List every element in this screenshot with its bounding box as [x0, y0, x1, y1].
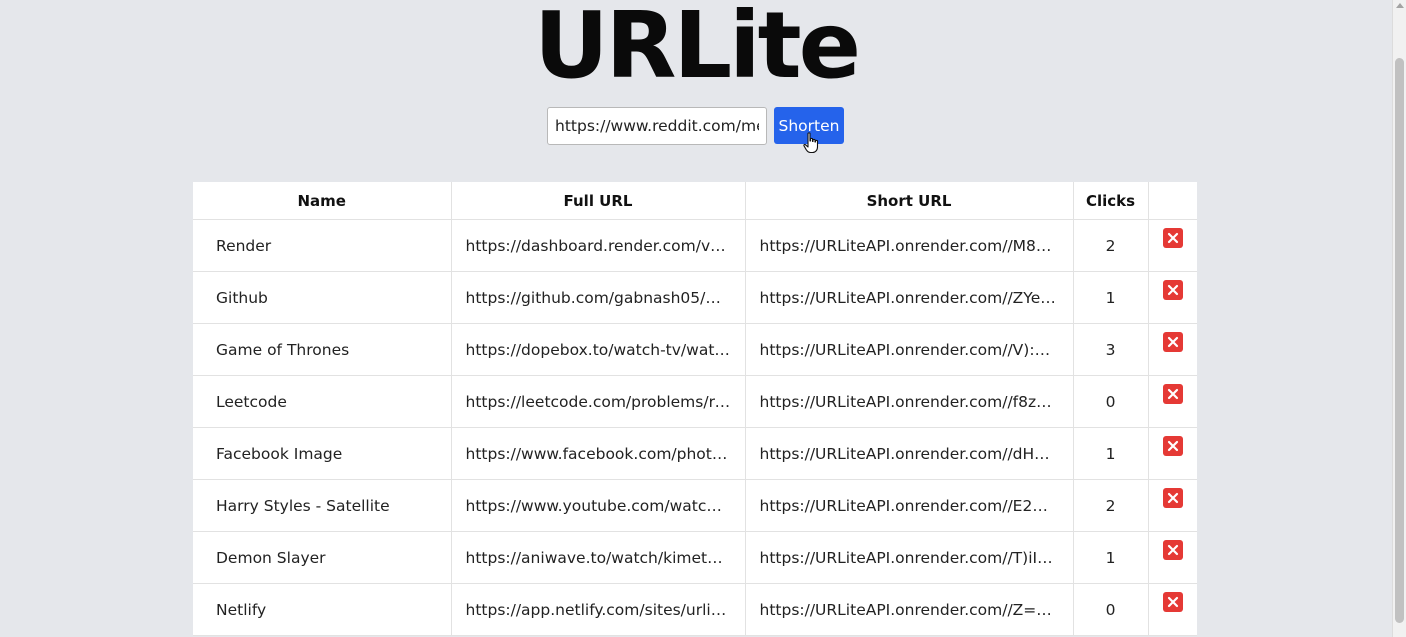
row-clicks: 0	[1073, 583, 1149, 636]
close-icon	[1167, 596, 1178, 608]
row-full-url: https://github.com/gabnash05/URLi...	[451, 271, 746, 324]
table-row: Github https://github.com/gabnash05/URLi…	[193, 271, 1197, 324]
urls-table-container: Name Full URL Short URL Clicks Render ht…	[193, 182, 1197, 636]
close-icon	[1167, 336, 1178, 348]
delete-button[interactable]	[1162, 488, 1183, 508]
close-icon	[1167, 388, 1178, 400]
row-short-url[interactable]: https://URLiteAPI.onrender.com//M8c.IRO	[745, 219, 1074, 272]
row-full-url: https://aniwave.to/watch/kimetsu-n...	[451, 531, 746, 584]
row-actions	[1148, 583, 1197, 636]
row-full-url: https://dashboard.render.com/verify...	[451, 219, 746, 272]
row-short-url[interactable]: https://URLiteAPI.onrender.com//dHVFS2.	[745, 427, 1074, 480]
urls-table: Name Full URL Short URL Clicks Render ht…	[193, 182, 1197, 636]
close-icon	[1167, 232, 1178, 244]
scrollbar-thumb[interactable]	[1395, 58, 1404, 623]
row-clicks: 2	[1073, 479, 1149, 532]
row-clicks: 2	[1073, 219, 1149, 272]
delete-button[interactable]	[1162, 384, 1183, 404]
shorten-form: Shorten	[547, 107, 844, 145]
table-row: Demon Slayer https://aniwave.to/watch/ki…	[193, 531, 1197, 584]
header-actions	[1148, 182, 1197, 220]
row-full-url: https://app.netlify.com/sites/urlite/d..…	[451, 583, 746, 636]
row-clicks: 1	[1073, 271, 1149, 324]
table-header-row: Name Full URL Short URL Clicks	[193, 182, 1197, 220]
row-actions	[1148, 427, 1197, 480]
row-clicks: 3	[1073, 323, 1149, 376]
row-clicks: 0	[1073, 375, 1149, 428]
table-row: Netlify https://app.netlify.com/sites/ur…	[193, 583, 1197, 636]
scroll-up-arrow-icon[interactable]	[1396, 3, 1404, 8]
delete-button[interactable]	[1162, 228, 1183, 248]
row-clicks: 1	[1073, 427, 1149, 480]
header-short-url: Short URL	[745, 182, 1074, 220]
delete-button[interactable]	[1162, 540, 1183, 560]
table-row: Game of Thrones https://dopebox.to/watch…	[193, 323, 1197, 376]
table-row: Harry Styles - Satellite https://www.you…	[193, 479, 1197, 532]
delete-button[interactable]	[1162, 280, 1183, 300]
header-full-url: Full URL	[451, 182, 746, 220]
row-name: Demon Slayer	[193, 531, 452, 584]
row-short-url[interactable]: https://URLiteAPI.onrender.com//ZYeJZRR	[745, 271, 1074, 324]
row-name: Github	[193, 271, 452, 324]
row-actions	[1148, 219, 1197, 272]
row-name: Harry Styles - Satellite	[193, 479, 452, 532]
row-actions	[1148, 323, 1197, 376]
row-name: Facebook Image	[193, 427, 452, 480]
table-row: Leetcode https://leetcode.com/problems/r…	[193, 375, 1197, 428]
row-short-url[interactable]: https://URLiteAPI.onrender.com//f8zY-5v	[745, 375, 1074, 428]
row-short-url[interactable]: https://URLiteAPI.onrender.com//Z=hXA(u	[745, 583, 1074, 636]
vertical-scrollbar[interactable]	[1392, 0, 1406, 637]
row-short-url[interactable]: https://URLiteAPI.onrender.com//V):nxv_	[745, 323, 1074, 376]
row-name: Leetcode	[193, 375, 452, 428]
close-icon	[1167, 544, 1178, 556]
table-body: Render https://dashboard.render.com/veri…	[193, 219, 1197, 636]
hand-pointer-icon	[803, 132, 819, 154]
row-name: Game of Thrones	[193, 323, 452, 376]
delete-button[interactable]	[1162, 332, 1183, 352]
delete-button[interactable]	[1162, 436, 1183, 456]
table-row: Facebook Image https://www.facebook.com/…	[193, 427, 1197, 480]
row-name: Render	[193, 219, 452, 272]
delete-button[interactable]	[1162, 592, 1183, 612]
row-full-url: https://www.youtube.com/watch?v...	[451, 479, 746, 532]
row-actions	[1148, 531, 1197, 584]
row-full-url: https://www.facebook.com/photo/?f...	[451, 427, 746, 480]
row-short-url[interactable]: https://URLiteAPI.onrender.com//T)iIV02	[745, 531, 1074, 584]
page: URLite Shorten Name Full URL Short URL C…	[0, 0, 1392, 637]
row-name: Netlify	[193, 583, 452, 636]
row-actions	[1148, 479, 1197, 532]
row-full-url: https://leetcode.com/problems/rota...	[451, 375, 746, 428]
header-name: Name	[193, 182, 452, 220]
close-icon	[1167, 440, 1178, 452]
close-icon	[1167, 492, 1178, 504]
row-clicks: 1	[1073, 531, 1149, 584]
row-actions	[1148, 271, 1197, 324]
header-clicks: Clicks	[1073, 182, 1149, 220]
close-icon	[1167, 284, 1178, 296]
app-title: URLite	[533, 0, 861, 99]
row-full-url: https://dopebox.to/watch-tv/watch-...	[451, 323, 746, 376]
url-input[interactable]	[547, 107, 767, 145]
row-actions	[1148, 375, 1197, 428]
table-row: Render https://dashboard.render.com/veri…	[193, 219, 1197, 272]
row-short-url[interactable]: https://URLiteAPI.onrender.com//E2=g0QO	[745, 479, 1074, 532]
